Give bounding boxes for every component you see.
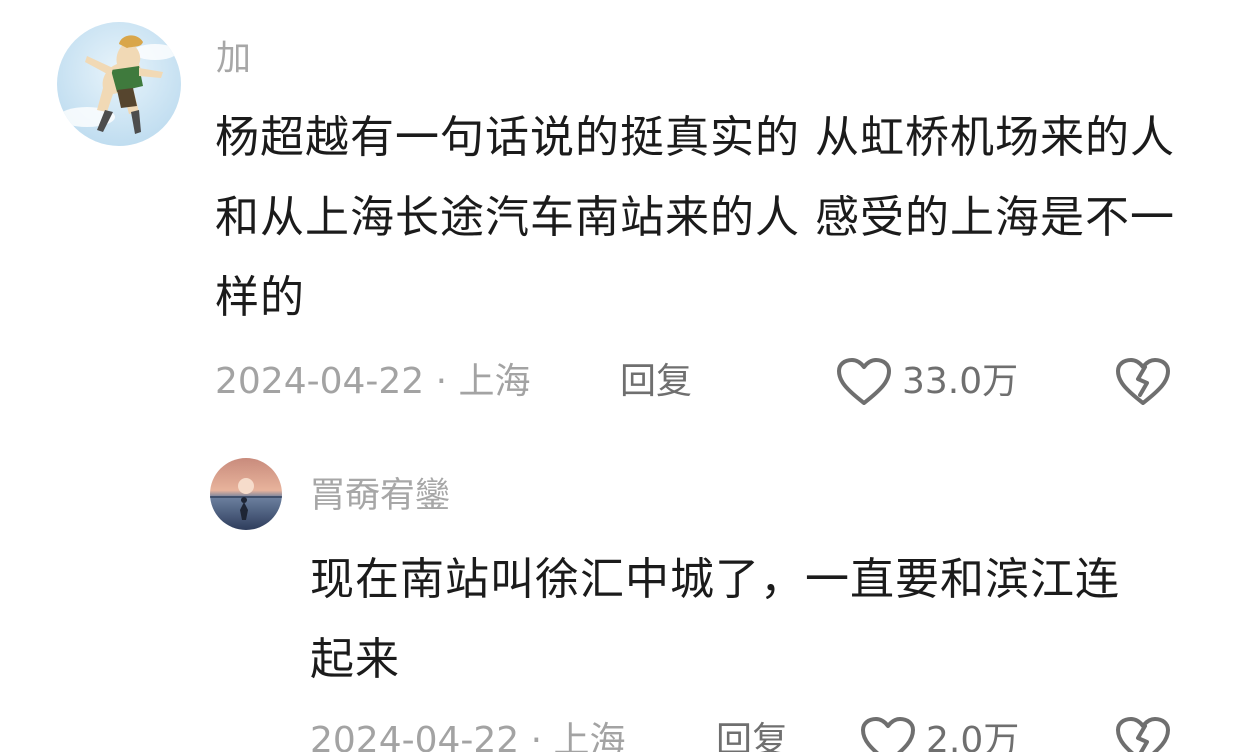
avatar[interactable]: [57, 22, 181, 146]
like-button[interactable]: 33.0万: [836, 357, 1018, 407]
username[interactable]: 加: [216, 37, 251, 81]
reply-button[interactable]: 回复: [716, 716, 788, 752]
dislike-button[interactable]: [1115, 357, 1171, 407]
like-count: 33.0万: [902, 361, 1019, 402]
reply-button[interactable]: 回复: [620, 357, 692, 407]
cartoon-character-avatar-icon: [57, 22, 181, 146]
reply-text: 现在南站叫徐汇中城了，一直要和滨江连起来: [310, 554, 1120, 685]
like-button[interactable]: 2.0万: [860, 716, 1019, 752]
comment-text: 杨超越有一句话说的挺真实的 从虹桥机场来的人和从上海长途汽车南站来的人 感受的上…: [215, 112, 1175, 323]
avatar[interactable]: [210, 458, 282, 530]
like-count: 2.0万: [926, 720, 1020, 752]
heart-outline-icon: [861, 717, 915, 752]
reply-date-location: 2024-04-22 · 上海: [310, 720, 626, 752]
comment-thread: 加 杨超越有一句话说的挺真实的 从虹桥机场来的人和从上海长途汽车南站来的人 感受…: [0, 0, 1240, 752]
dislike-button[interactable]: [1115, 716, 1171, 752]
sunset-sea-avatar-icon: [210, 458, 282, 530]
comment-date-location: 2024-04-22 · 上海: [215, 361, 531, 402]
broken-heart-icon: [1116, 358, 1170, 405]
heart-outline-icon: [837, 358, 891, 405]
broken-heart-icon: [1116, 717, 1170, 752]
username[interactable]: 罥奣宥鑾: [310, 474, 450, 518]
